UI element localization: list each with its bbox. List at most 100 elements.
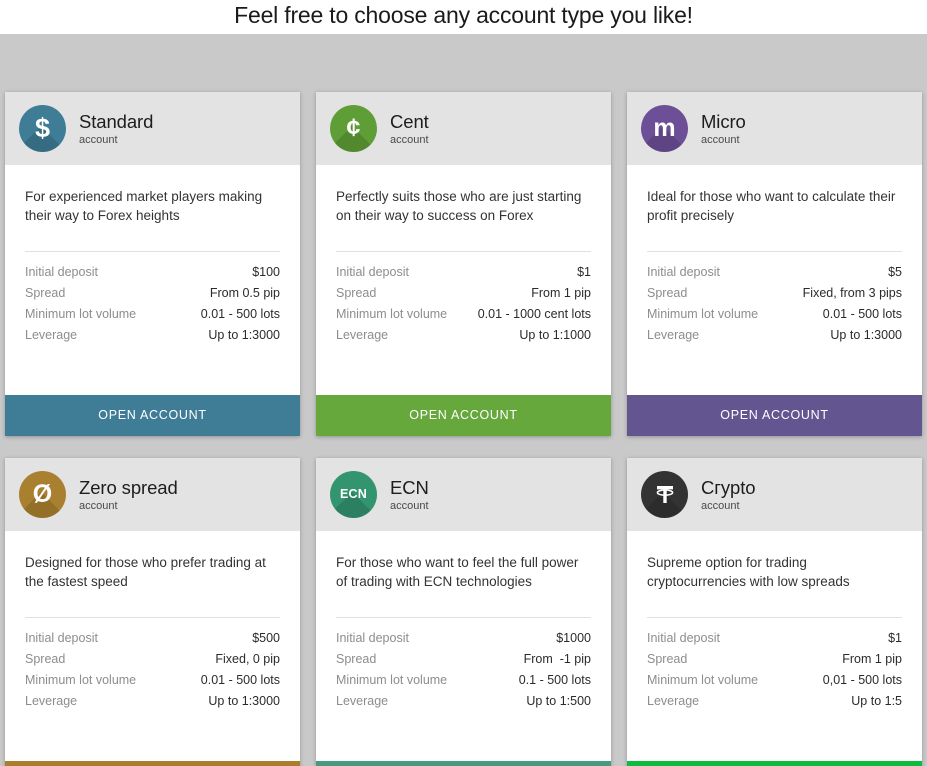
card-title-block: Micro account	[701, 111, 746, 147]
card-description: For those who want to feel the full powe…	[336, 555, 579, 589]
ecn-badge-icon: ECN	[330, 471, 377, 518]
open-account-button[interactable]: OPEN ACCOUNT	[5, 761, 300, 766]
card-title: Standard	[79, 110, 154, 132]
spec-row-spread: Spread Fixed, from 3 pips	[647, 283, 902, 304]
slashed-zero-glyph: Ø	[32, 480, 53, 508]
open-account-button[interactable]: OPEN ACCOUNT	[316, 761, 611, 766]
spec-label: Minimum lot volume	[25, 673, 137, 687]
spec-row-spread: Spread From 0.5 pip	[25, 283, 280, 304]
ecn-badge-glyph: ECN	[340, 487, 367, 502]
spec-value: 0.01 - 500 lots	[822, 307, 902, 321]
account-card-crypto[interactable]: Cгypto account Supreme option for tradin…	[627, 458, 922, 766]
spec-label: Initial deposit	[336, 265, 409, 279]
spec-row-minimum-lot-volume: Minimum lot volume 0.1 - 500 lots	[336, 670, 591, 691]
spec-value: Up to 1:5	[851, 694, 902, 708]
specs-table: Initial deposit $1 Spread From 1 pip Min…	[336, 251, 591, 395]
account-card-cent[interactable]: ¢ Cent account Perfectly suits those who…	[316, 92, 611, 436]
spec-row-initial-deposit: Initial deposit $5	[647, 262, 902, 283]
card-header: Cгypto account	[627, 458, 922, 531]
spec-value: $1000	[556, 631, 591, 645]
spec-value: 0.1 - 500 lots	[518, 673, 591, 687]
spec-row-initial-deposit: Initial deposit $1	[336, 262, 591, 283]
open-account-button[interactable]: OPEN ACCOUNT	[627, 395, 922, 436]
spec-row-spread: Spread Fixed, 0 pip	[25, 649, 280, 670]
spec-value: Fixed, from 3 pips	[802, 286, 902, 300]
spec-row-spread: Spread From -1 pip	[336, 649, 591, 670]
spec-value: $1	[888, 631, 902, 645]
spec-label: Minimum lot volume	[336, 307, 448, 321]
slashed-zero-icon: Ø	[19, 471, 66, 518]
spec-row-initial-deposit: Initial deposit $1	[647, 628, 902, 649]
spec-row-minimum-lot-volume: Minimum lot volume 0.01 - 500 lots	[25, 304, 280, 325]
spec-value: From 1 pip	[842, 652, 902, 666]
spec-value: 0.01 - 1000 cent lots	[477, 307, 591, 321]
card-title: Zero spread	[79, 476, 178, 498]
spec-value: 0.01 - 500 lots	[200, 673, 280, 687]
spec-row-leverage: Leverage Up to 1:3000	[647, 325, 902, 346]
spec-label: Leverage	[647, 694, 700, 708]
spec-value: $500	[252, 631, 280, 645]
card-description: Designed for those who prefer trading at…	[25, 555, 266, 589]
spec-value: $1	[577, 265, 591, 279]
cent-sign-glyph: ¢	[346, 114, 361, 142]
spec-label: Spread	[25, 286, 66, 300]
card-header: m Micro account	[627, 92, 922, 165]
spec-label: Initial deposit	[336, 631, 409, 645]
card-subtitle: account	[79, 133, 118, 146]
card-title: Cгypto	[701, 476, 756, 498]
spec-row-leverage: Leverage Up to 1:1000	[336, 325, 591, 346]
spec-row-leverage: Leverage Up to 1:3000	[25, 691, 280, 712]
spec-value: $5	[888, 265, 902, 279]
account-card-zero-spread[interactable]: Ø Zero spread account Designed for those…	[5, 458, 300, 766]
spec-value: 0.01 - 500 lots	[200, 307, 280, 321]
card-title-block: ECN account	[390, 477, 429, 513]
spec-label: Leverage	[25, 694, 78, 708]
open-account-button[interactable]: OPEN ACCOUNT	[5, 395, 300, 436]
spec-label: Spread	[336, 652, 377, 666]
open-account-button[interactable]: OPEN ACCOUNT	[316, 395, 611, 436]
card-subtitle: account	[79, 499, 118, 512]
account-card-ecn[interactable]: ECN ECN account For those who want to fe…	[316, 458, 611, 766]
card-subtitle: account	[701, 499, 740, 512]
card-header: Ø Zero spread account	[5, 458, 300, 531]
spec-label: Spread	[336, 286, 377, 300]
spec-label: Initial deposit	[647, 265, 720, 279]
specs-table: Initial deposit $1000 Spread From -1 pip…	[336, 617, 591, 761]
spec-label: Initial deposit	[25, 265, 98, 279]
specs-table: Initial deposit $100 Spread From 0.5 pip…	[25, 251, 280, 395]
account-card-standard[interactable]: $ Standard account For experienced marke…	[5, 92, 300, 436]
open-account-button[interactable]: OPEN ACCOUNT	[627, 761, 922, 766]
card-subtitle: account	[390, 499, 429, 512]
card-header: $ Standard account	[5, 92, 300, 165]
spec-label: Initial deposit	[647, 631, 720, 645]
spec-label: Initial deposit	[25, 631, 98, 645]
spec-label: Leverage	[336, 694, 389, 708]
spec-value: Fixed, 0 pip	[215, 652, 280, 666]
spec-row-initial-deposit: Initial deposit $500	[25, 628, 280, 649]
spec-row-spread: Spread From 1 pip	[647, 649, 902, 670]
card-subtitle: account	[701, 133, 740, 146]
card-title: ECN	[390, 476, 429, 498]
account-card-micro[interactable]: m Micro account Ideal for those who want…	[627, 92, 922, 436]
card-header: ¢ Cent account	[316, 92, 611, 165]
spec-value: From 0.5 pip	[209, 286, 280, 300]
spec-value: Up to 1:500	[526, 694, 591, 708]
tether-glyph	[656, 485, 673, 503]
tether-icon	[641, 471, 688, 518]
specs-table: Initial deposit $1 Spread From 1 pip Min…	[647, 617, 902, 761]
spec-label: Leverage	[336, 328, 389, 342]
card-row-1: $ Standard account For experienced marke…	[0, 34, 927, 436]
spec-label: Minimum lot volume	[25, 307, 137, 321]
card-title-block: Cent account	[390, 111, 429, 147]
card-title: Cent	[390, 110, 429, 132]
spec-value: From -1 pip	[523, 652, 591, 666]
spec-label: Leverage	[647, 328, 700, 342]
card-description: Supreme option for trading cryptocurrenc…	[647, 555, 850, 589]
spec-row-minimum-lot-volume: Minimum lot volume 0,01 - 500 lots	[647, 670, 902, 691]
spec-value: Up to 1:3000	[208, 694, 280, 708]
spec-row-minimum-lot-volume: Minimum lot volume 0.01 - 1000 cent lots	[336, 304, 591, 325]
spec-label: Leverage	[25, 328, 78, 342]
card-title-block: Zero spread account	[79, 477, 178, 513]
card-description: For experienced market players making th…	[25, 189, 263, 223]
specs-table: Initial deposit $500 Spread Fixed, 0 pip…	[25, 617, 280, 761]
